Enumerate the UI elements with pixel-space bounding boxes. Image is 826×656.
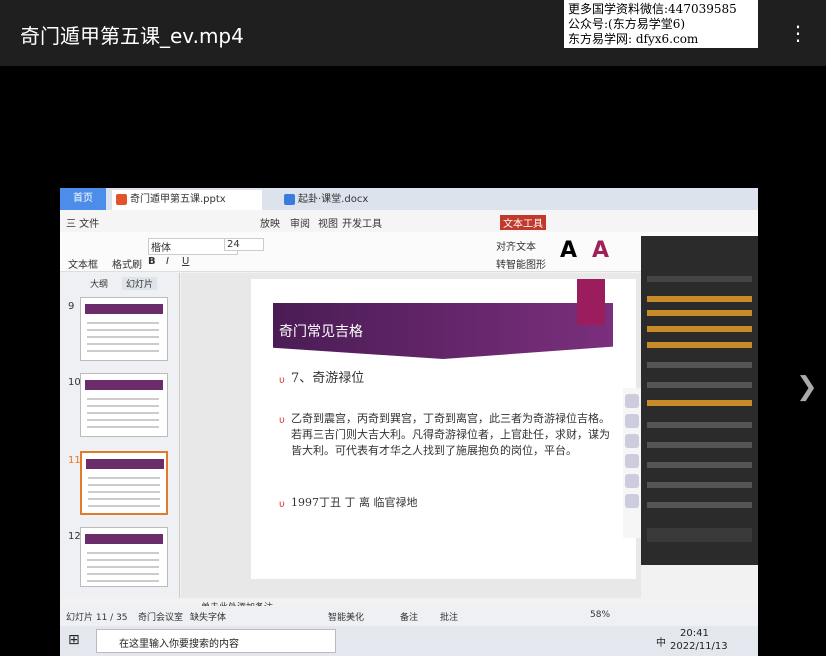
live-chat-panel: [641, 236, 758, 565]
comments-toggle[interactable]: 批注: [440, 610, 458, 623]
thumb-number: 10: [68, 377, 81, 388]
tab-docx-label: 起卦·课堂.docx: [298, 194, 369, 205]
notes-toggle[interactable]: 备注: [400, 610, 418, 623]
tab-pptx[interactable]: 奇门遁甲第五课.pptx: [112, 190, 262, 210]
menu-file[interactable]: 三 文件: [66, 215, 99, 230]
slide-thumbnail[interactable]: [80, 373, 168, 437]
align-text-button[interactable]: 对齐文本: [496, 238, 536, 253]
text-style-black[interactable]: A: [560, 238, 577, 263]
beautify-button[interactable]: 智能美化: [328, 610, 364, 623]
slide-count: 幻灯片 11 / 35: [66, 613, 128, 623]
menu-developer[interactable]: 开发工具: [342, 215, 382, 230]
slide-body[interactable]: 乙奇到震宫，丙奇到巽宫，丁奇到离宫，此三者为奇游禄位吉格。若再三吉门则大吉大利。…: [291, 411, 613, 459]
clock-date: 2022/11/13: [670, 641, 728, 652]
status-bar: 幻灯片 11 / 35 奇门会议室 缺失字体 智能美化 备注 批注 58%: [60, 606, 758, 626]
bullet-icon: υ: [279, 415, 285, 426]
watermark-line: 更多国学资料微信:447039585: [568, 2, 737, 16]
more-icon[interactable]: ⋮: [770, 18, 826, 48]
taskbar-search[interactable]: 在这里输入你要搜索的内容: [96, 629, 336, 653]
clock-time: 20:41: [680, 628, 709, 639]
tab-home[interactable]: 首页: [60, 188, 106, 210]
zoom-level[interactable]: 58%: [590, 610, 610, 620]
missing-font[interactable]: 缺失字体: [190, 610, 226, 623]
textbox-button[interactable]: 文本框: [68, 256, 98, 271]
search-placeholder: 在这里输入你要搜索的内容: [119, 639, 239, 650]
next-arrow-icon[interactable]: ❯: [796, 372, 818, 402]
frame-icon[interactable]: [625, 454, 639, 468]
text-tool-tab[interactable]: 文本工具: [500, 215, 546, 230]
theme-name: 奇门会议室: [138, 613, 184, 623]
menu-view[interactable]: 视图: [318, 215, 338, 230]
slide-canvas: 奇门常见吉格 υ 7、奇游禄位 υ 乙奇到震宫，丙奇到巽宫，丁奇到离宫，此三者为…: [181, 273, 641, 598]
ime-indicator[interactable]: 中: [656, 634, 666, 649]
watermark-line: 东方易学网: dfyx6.com: [568, 32, 699, 46]
watermark: 更多国学资料微信:447039585 公众号:(东方易学堂6) 东方易学网: d…: [564, 0, 758, 48]
layers-icon[interactable]: [625, 394, 639, 408]
slide: 奇门常见吉格 υ 7、奇游禄位 υ 乙奇到震宫，丙奇到巽宫，丁奇到离宫，此三者为…: [251, 279, 636, 579]
slide-thumbnail-panel: 大纲 幻灯片 9 10 11 12: [60, 273, 180, 598]
format-painter-button[interactable]: 格式刷: [112, 256, 142, 271]
tab-pptx-label: 奇门遁甲第五课.pptx: [130, 194, 226, 205]
more-tools-icon[interactable]: [625, 494, 639, 508]
thumb-number: 9: [68, 301, 75, 312]
watermark-line: 公众号:(东方易学堂6): [568, 17, 686, 31]
windows-start-icon[interactable]: ⊞: [68, 632, 80, 648]
font-size-select[interactable]: 24: [224, 238, 264, 251]
bold-button[interactable]: B: [148, 256, 156, 267]
slide-thumbnail[interactable]: [80, 527, 168, 587]
windows-taskbar: ⊞ 在这里输入你要搜索的内容 中 20:41 2022/11/13: [60, 626, 758, 656]
bullet-icon: υ: [279, 499, 285, 510]
slide-tag: [577, 279, 605, 325]
slide-item[interactable]: 7、奇游禄位: [291, 371, 364, 387]
text-style-purple[interactable]: A: [592, 238, 609, 263]
smartart-button[interactable]: 转智能图形: [496, 256, 546, 271]
slide-title-band: 奇门常见吉格: [273, 303, 613, 359]
pen-icon[interactable]: [625, 414, 639, 428]
underline-button[interactable]: U: [182, 256, 189, 267]
menu-bar: 三 文件 放映 审阅 视图 开发工具 文本工具: [60, 210, 758, 232]
video-frame: 首页 奇门遁甲第五课.pptx 起卦·课堂.docx 三 文件 放映 审阅 视图…: [60, 188, 758, 656]
slide-title: 奇门常见吉格: [279, 324, 363, 340]
italic-button[interactable]: I: [166, 256, 169, 267]
eraser-icon[interactable]: [625, 434, 639, 448]
tab-docx[interactable]: 起卦·课堂.docx: [280, 190, 380, 210]
bullet-icon: υ: [279, 375, 285, 386]
slide-thumbnail-selected[interactable]: [80, 451, 168, 515]
outline-tab[interactable]: 大纲: [90, 277, 108, 290]
doc-icon: [284, 194, 295, 205]
thumb-number: 11: [68, 455, 81, 466]
menu-review[interactable]: 审阅: [290, 215, 310, 230]
slide-example[interactable]: 1997丁丑 丁 离 临官禄地: [291, 495, 417, 511]
wps-tab-bar: 首页 奇门遁甲第五课.pptx 起卦·课堂.docx: [60, 188, 758, 210]
ppt-icon: [116, 194, 127, 205]
menu-slideshow[interactable]: 放映: [260, 215, 280, 230]
slides-tab[interactable]: 幻灯片: [122, 277, 158, 290]
video-title: 奇门遁甲第五课_ev.mp4: [20, 24, 244, 48]
bulb-icon[interactable]: [625, 474, 639, 488]
slide-thumbnail[interactable]: [80, 297, 168, 361]
side-toolbar: [623, 388, 641, 538]
thumb-number: 12: [68, 531, 81, 542]
